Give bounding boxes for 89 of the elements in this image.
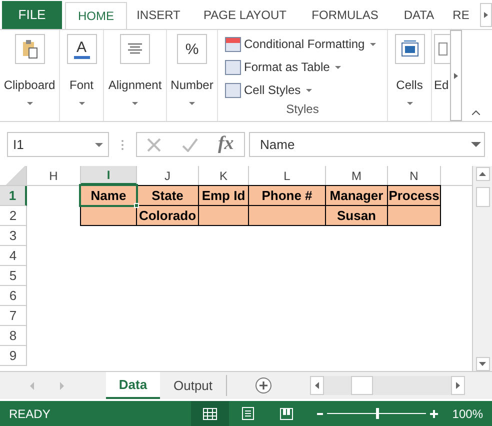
row-header[interactable]: 3 bbox=[0, 226, 27, 246]
zoom-slider[interactable] bbox=[327, 408, 426, 419]
horizontal-scrollbar[interactable] bbox=[310, 376, 465, 395]
grip-icon bbox=[121, 138, 124, 150]
row-header[interactable]: 2 bbox=[0, 206, 27, 226]
zoom-level[interactable]: 100% bbox=[452, 404, 483, 422]
ribbon-tab[interactable]: INSERT bbox=[127, 1, 190, 29]
table-grid-icon bbox=[400, 40, 418, 58]
group-button[interactable] bbox=[120, 34, 150, 64]
row-header[interactable]: 6 bbox=[0, 286, 27, 306]
table-cell: Emp Id bbox=[198, 185, 249, 206]
arrow-icon bbox=[484, 12, 488, 18]
name-box[interactable]: I1 bbox=[7, 132, 109, 157]
dropdown-arrow-icon bbox=[132, 102, 138, 105]
font-icon: A bbox=[76, 40, 86, 54]
ribbon-tab[interactable]: DATA bbox=[390, 1, 448, 29]
previous-sheet-icon bbox=[30, 382, 34, 390]
table-cell: Manager bbox=[325, 185, 388, 206]
next-sheet-icon bbox=[60, 382, 64, 390]
dropdown-arrow-icon bbox=[26, 102, 32, 105]
group-label: Alignment bbox=[108, 77, 162, 94]
align-lines-icon bbox=[127, 43, 143, 55]
table-cell bbox=[198, 205, 249, 226]
group-label: Number bbox=[170, 77, 214, 94]
view-button[interactable] bbox=[191, 401, 230, 426]
ribbon-tab[interactable]: FILE bbox=[2, 1, 62, 29]
style-command[interactable]: Cell Styles bbox=[225, 80, 376, 100]
style-command[interactable]: Conditional Formatting bbox=[225, 34, 376, 54]
percent-icon: % bbox=[185, 42, 199, 56]
arrow-icon bbox=[456, 382, 460, 389]
scroll-right-button[interactable] bbox=[480, 3, 492, 27]
scroll-up-button[interactable] bbox=[476, 167, 490, 181]
collapse-icon bbox=[472, 110, 480, 115]
row-header[interactable]: 8 bbox=[0, 326, 27, 346]
table-cell: Susan bbox=[325, 205, 388, 226]
group-button[interactable]: A bbox=[66, 34, 96, 64]
scroll-right-button[interactable] bbox=[451, 376, 465, 395]
scroll-down-button[interactable] bbox=[476, 357, 490, 371]
page-icon bbox=[438, 42, 448, 56]
row-header[interactable]: 1 bbox=[0, 186, 27, 206]
vertical-scrollbar[interactable] bbox=[472, 166, 492, 371]
page-break-icon bbox=[280, 408, 293, 420]
column-header[interactable]: I bbox=[81, 166, 137, 185]
group-button[interactable] bbox=[394, 34, 424, 64]
sheet-tab[interactable]: Data bbox=[106, 372, 160, 399]
insert-function-button[interactable]: fx bbox=[218, 130, 234, 159]
ribbon-tab[interactable]: HOME bbox=[65, 2, 127, 29]
table-cell: Process bbox=[387, 185, 441, 206]
group-button[interactable]: % bbox=[177, 34, 207, 64]
ribbon-tab[interactable]: RE bbox=[448, 1, 474, 29]
sheet-tab[interactable]: Output bbox=[160, 375, 227, 396]
arrow-icon bbox=[315, 382, 319, 389]
row-header[interactable]: 5 bbox=[0, 266, 27, 286]
arrow-icon bbox=[454, 72, 458, 78]
group-label: Cells bbox=[396, 77, 423, 94]
group-label: Ed bbox=[434, 77, 449, 94]
formula-field[interactable]: Name bbox=[249, 132, 485, 157]
dropdown-arrow-icon bbox=[189, 102, 195, 105]
zoom-thumb[interactable] bbox=[376, 408, 379, 419]
table-cell bbox=[387, 205, 441, 226]
scroll-left-button[interactable] bbox=[310, 376, 324, 395]
group-label: Styles bbox=[286, 101, 319, 118]
style-command[interactable]: Format as Table bbox=[225, 57, 376, 77]
group-label: Font bbox=[69, 77, 94, 94]
row-header[interactable]: 7 bbox=[0, 306, 27, 326]
row-header[interactable]: 9 bbox=[0, 346, 27, 366]
cancel-icon bbox=[147, 138, 162, 152]
dropdown-arrow-icon bbox=[406, 102, 412, 105]
row-header[interactable]: 4 bbox=[0, 246, 27, 266]
table-cell: State bbox=[136, 185, 199, 206]
zoom-in-icon bbox=[430, 410, 438, 418]
check-icon bbox=[182, 138, 198, 152]
group-button[interactable] bbox=[14, 34, 44, 64]
arrow-icon bbox=[479, 172, 486, 176]
table-cell: Phone # bbox=[248, 185, 326, 206]
table-cell: Colorado bbox=[136, 205, 199, 226]
ribbon-tab[interactable]: PAGE LAYOUT bbox=[190, 1, 300, 29]
ribbon-tab[interactable]: FORMULAS bbox=[300, 1, 390, 29]
scroll-thumb[interactable] bbox=[351, 376, 373, 395]
status-text: READY bbox=[9, 406, 50, 422]
scroll-thumb[interactable] bbox=[476, 187, 490, 207]
group-label: Clipboard bbox=[4, 77, 56, 94]
table-cell: Name bbox=[80, 185, 137, 206]
fill-handle[interactable] bbox=[134, 203, 139, 208]
grid-view-icon bbox=[203, 408, 218, 420]
dropdown-arrow-icon bbox=[78, 102, 84, 105]
arrow-icon bbox=[479, 362, 486, 366]
page-icon bbox=[242, 407, 254, 420]
clipboard-icon bbox=[22, 39, 38, 59]
